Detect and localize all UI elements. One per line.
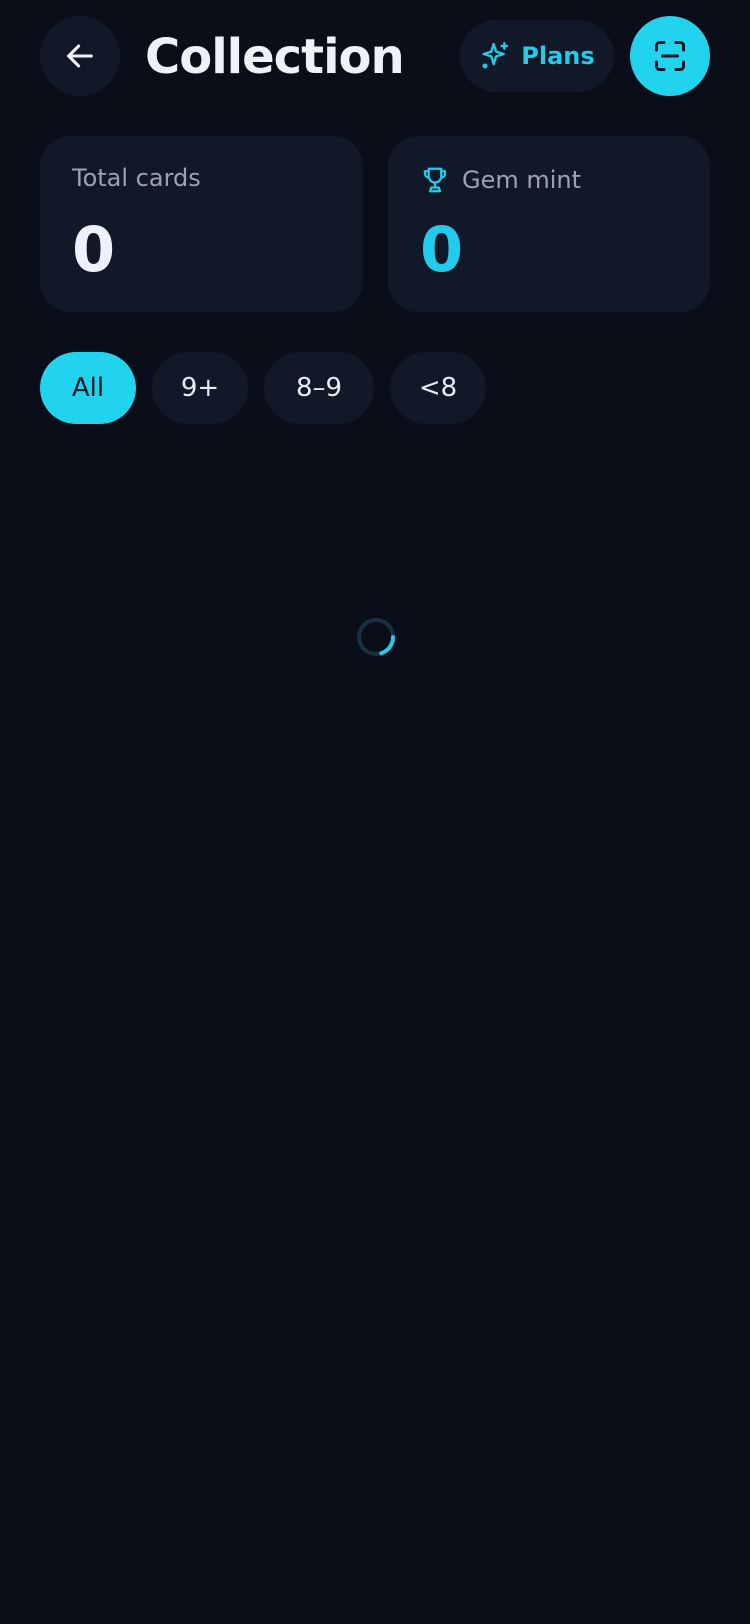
back-button[interactable] (40, 16, 120, 96)
sparkle-icon (482, 42, 509, 69)
scan-icon (655, 41, 685, 71)
total-cards-card: Total cards 0 (40, 136, 363, 312)
gem-mint-label: Gem mint (462, 166, 582, 194)
loading-spinner-icon (357, 618, 396, 656)
plans-label: Plans (521, 42, 595, 70)
filter-chip-all[interactable]: All (40, 352, 136, 424)
collection-screen: Collection Plans Total cards 0 Gem mint … (0, 0, 750, 1624)
gem-mint-value: 0 (420, 213, 464, 286)
gem-mint-label-row: Gem mint (420, 164, 581, 196)
filter-chip-below-8[interactable]: <8 (390, 352, 486, 424)
plans-button[interactable]: Plans (460, 20, 614, 92)
trophy-icon (423, 167, 447, 193)
gem-mint-card: Gem mint 0 (388, 136, 710, 312)
page-title: Collection (145, 29, 405, 85)
total-cards-label-row: Total cards (72, 164, 201, 192)
scan-button[interactable] (630, 16, 710, 96)
arrow-left-icon (67, 44, 93, 68)
filter-chip-8-to-9[interactable]: 8–9 (264, 352, 374, 424)
filter-chip-9-plus[interactable]: 9+ (152, 352, 248, 424)
total-cards-value: 0 (72, 213, 116, 286)
total-cards-label: Total cards (72, 164, 201, 192)
